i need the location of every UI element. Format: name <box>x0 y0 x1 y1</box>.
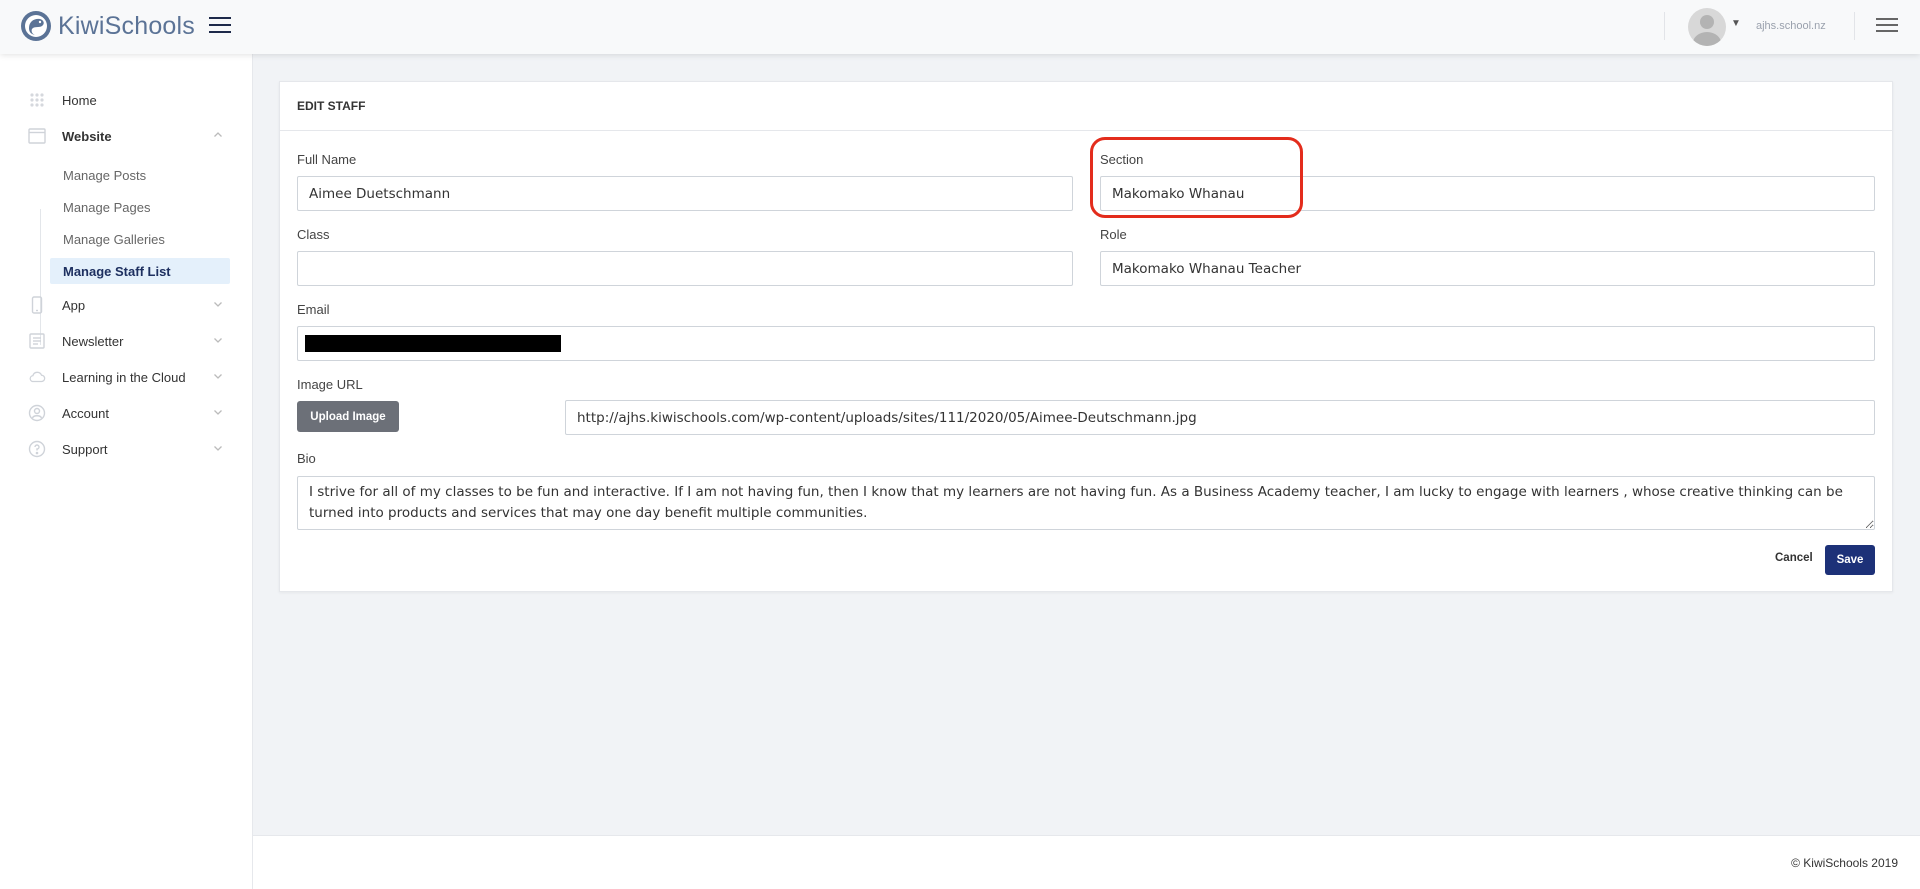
sidebar-item-label: Account <box>62 405 109 421</box>
cancel-button[interactable]: Cancel <box>1775 552 1813 564</box>
sidebar-subitem-manage-galleries[interactable]: Manage Galleries <box>50 226 230 252</box>
footer: © KiwiSchools 2019 <box>253 835 1920 889</box>
sidebar-item-label: Newsletter <box>62 333 124 349</box>
sidebar-item-website[interactable]: Website <box>28 123 224 149</box>
sidebar-subitem-label: Manage Staff List <box>63 263 171 279</box>
chevron-up-icon <box>214 132 222 137</box>
chevron-down-icon <box>214 446 222 451</box>
chevron-down-icon <box>214 374 222 379</box>
sidebar-item-label: Learning in the Cloud <box>62 369 186 385</box>
sidebar-subitem-label: Manage Galleries <box>63 231 165 247</box>
grid-icon <box>28 91 46 109</box>
sidebar-subitem-label: Manage Posts <box>63 167 147 183</box>
full-name-input[interactable] <box>297 176 1073 211</box>
chevron-down-icon <box>214 302 222 307</box>
divider <box>1664 12 1665 40</box>
class-label: Class <box>297 227 330 242</box>
site-domain: ajhs.school.nz <box>1756 20 1826 32</box>
email-label: Email <box>297 302 330 317</box>
logo-text: KiwiSchools <box>58 11 195 40</box>
image-url-input[interactable] <box>565 400 1875 435</box>
image-url-label: Image URL <box>297 377 363 392</box>
section-label: Section <box>1100 152 1144 167</box>
sidebar: Home Website Manage Posts Manage Pages M… <box>0 54 253 889</box>
copyright-text: © KiwiSchools 2019 <box>1791 856 1898 870</box>
sidebar-item-label: Website <box>62 128 112 144</box>
upload-image-button[interactable]: Upload Image <box>297 401 399 432</box>
edit-staff-card: EDIT STAFF Full Name Section Class Role … <box>279 81 1893 592</box>
chevron-down-icon <box>214 410 222 415</box>
class-input[interactable] <box>297 251 1073 286</box>
save-button[interactable]: Save <box>1825 545 1875 575</box>
bio-label: Bio <box>297 451 316 466</box>
kiwi-logo-icon <box>21 11 51 41</box>
user-circle-icon <box>28 404 46 422</box>
chevron-down-icon[interactable]: ▼ <box>1731 18 1741 29</box>
full-name-label: Full Name <box>297 152 357 167</box>
card-title: EDIT STAFF <box>280 82 1892 131</box>
chevron-down-icon <box>214 338 222 343</box>
divider <box>1854 12 1855 40</box>
role-label: Role <box>1100 227 1127 242</box>
submenu-line <box>40 209 41 345</box>
mobile-phone-icon <box>28 296 46 314</box>
top-bar: KiwiSchools ▼ ajhs.school.nz <box>0 0 1920 54</box>
sidebar-item-learning-in-the-cloud[interactable]: Learning in the Cloud <box>28 364 224 390</box>
email-field[interactable] <box>297 326 1875 361</box>
sidebar-item-label: Home <box>62 92 97 108</box>
sidebar-item-label: Support <box>62 441 108 457</box>
avatar[interactable] <box>1688 8 1726 46</box>
sidebar-item-home[interactable]: Home <box>28 87 224 113</box>
sidebar-subitem-manage-posts[interactable]: Manage Posts <box>50 162 230 188</box>
section-input[interactable] <box>1100 176 1875 211</box>
sidebar-item-app[interactable]: App <box>28 292 224 318</box>
redacted-email <box>305 335 561 352</box>
menu-icon[interactable] <box>1876 18 1898 34</box>
sidebar-item-support[interactable]: Support <box>28 436 224 462</box>
sidebar-item-label: App <box>62 297 86 313</box>
cloud-icon <box>28 368 46 386</box>
sidebar-item-newsletter[interactable]: Newsletter <box>28 328 224 354</box>
sidebar-subitem-manage-pages[interactable]: Manage Pages <box>50 194 230 220</box>
sidebar-subitem-manage-staff-list[interactable]: Manage Staff List <box>50 258 230 284</box>
sidebar-subitem-label: Manage Pages <box>63 199 151 215</box>
sidebar-item-account[interactable]: Account <box>28 400 224 426</box>
browser-window-icon <box>28 127 46 145</box>
sidebar-toggle-menu-icon[interactable] <box>209 17 231 35</box>
bio-textarea[interactable]: I strive for all of my classes to be fun… <box>297 476 1875 530</box>
newspaper-icon <box>28 332 46 350</box>
logo[interactable]: KiwiSchools <box>20 10 195 42</box>
help-circle-icon <box>28 440 46 458</box>
role-input[interactable] <box>1100 251 1875 286</box>
